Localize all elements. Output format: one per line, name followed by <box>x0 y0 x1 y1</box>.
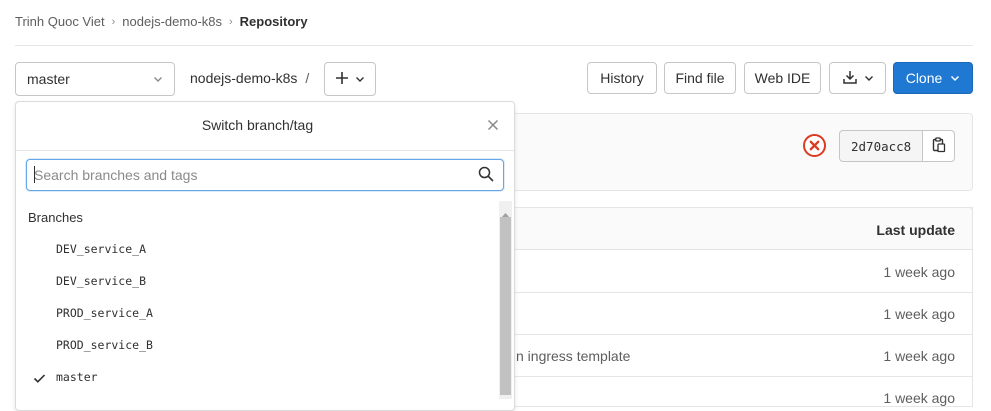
commit-sha-group: 2d70acc8 <box>839 130 956 162</box>
copy-sha-button[interactable] <box>923 130 956 162</box>
chevron-right-icon: › <box>111 15 116 28</box>
chevron-down-icon <box>864 70 874 86</box>
breadcrumb-user[interactable]: Trinh Quoc Viet <box>15 14 105 29</box>
dropdown-title: Switch branch/tag <box>201 117 314 133</box>
commit-sha[interactable]: 2d70acc8 <box>839 130 924 162</box>
repo-path-root[interactable]: nodejs-demo-k8s <box>190 70 297 86</box>
row-divider <box>515 334 973 335</box>
chevron-down-icon <box>152 72 164 88</box>
check-icon <box>33 371 46 387</box>
web-ide-button[interactable]: Web IDE <box>744 62 821 94</box>
branch-item[interactable]: PROD_service_B <box>56 338 153 352</box>
branch-item[interactable]: DEV_service_B <box>56 274 146 288</box>
dropdown-divider <box>16 150 514 151</box>
column-header-last-update: Last update <box>876 222 955 238</box>
chevron-right-icon: › <box>229 15 233 28</box>
close-icon[interactable] <box>486 118 500 135</box>
download-icon <box>842 69 858 88</box>
branch-item-selected[interactable]: master <box>56 370 98 384</box>
download-button[interactable] <box>829 62 886 94</box>
clone-button-label: Clone <box>905 70 943 86</box>
chevron-down-icon <box>355 71 365 87</box>
branches-section-header: Branches <box>28 210 83 225</box>
chevron-down-icon <box>950 70 960 86</box>
search-icon <box>478 166 494 185</box>
repo-path: nodejs-demo-k8s / <box>190 70 309 86</box>
path-separator: / <box>305 70 310 86</box>
row-last-update: 1 week ago <box>883 306 955 322</box>
branch-selector-value: master <box>27 71 70 87</box>
breadcrumb-project[interactable]: nodejs-demo-k8s <box>122 14 222 29</box>
find-file-button[interactable]: Find file <box>664 62 736 94</box>
history-button[interactable]: History <box>587 62 657 94</box>
row-commit-message[interactable]: n ingress template <box>516 348 630 364</box>
clone-button[interactable]: Clone <box>893 62 973 94</box>
row-divider <box>515 292 973 293</box>
branch-item[interactable]: DEV_service_A <box>56 242 146 256</box>
row-last-update: 1 week ago <box>883 348 955 364</box>
row-last-update: 1 week ago <box>883 390 955 406</box>
add-to-tree-button[interactable] <box>324 62 376 96</box>
branch-search-field <box>26 159 504 191</box>
branch-selector[interactable]: master <box>15 62 175 96</box>
branch-item[interactable]: PROD_service_A <box>56 306 153 320</box>
plus-icon <box>335 71 349 88</box>
breadcrumb-current[interactable]: Repository <box>240 14 308 29</box>
pipeline-failed-icon[interactable] <box>802 133 827 161</box>
row-divider <box>515 376 973 377</box>
breadcrumb: Trinh Quoc Viet › nodejs-demo-k8s › Repo… <box>15 14 308 29</box>
row-last-update: 1 week ago <box>883 264 955 280</box>
branch-search-input[interactable] <box>27 160 464 190</box>
clipboard-icon <box>932 136 946 156</box>
scrollbar-thumb[interactable] <box>500 217 511 395</box>
switch-branch-dropdown <box>15 101 515 411</box>
header-divider <box>15 45 973 46</box>
text-cursor <box>34 166 35 183</box>
